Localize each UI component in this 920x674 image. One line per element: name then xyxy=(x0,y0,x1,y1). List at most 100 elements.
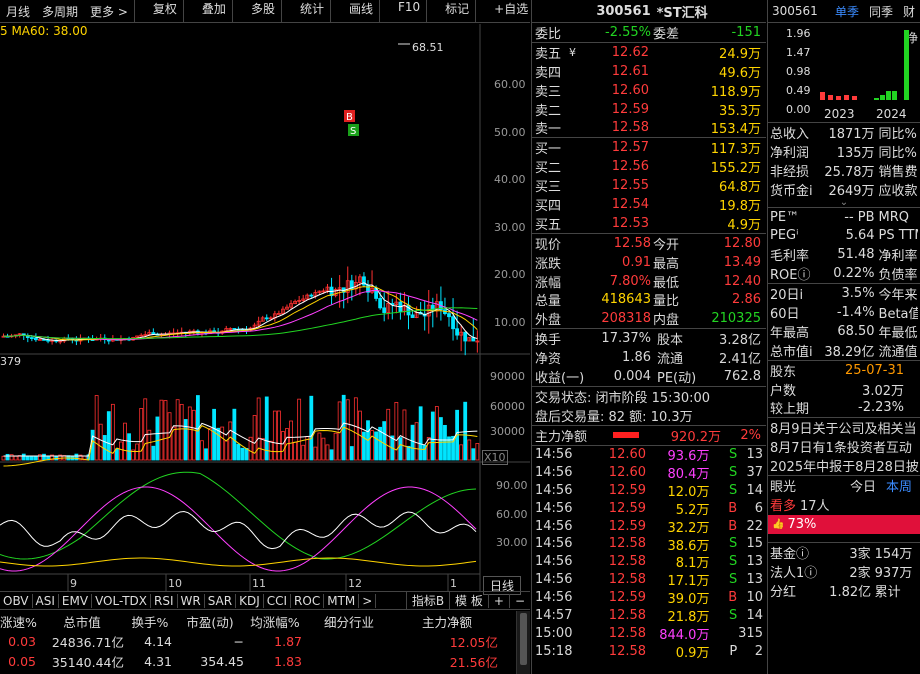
table-row[interactable]: 0.05 35140.44亿 4.31 354.45 1.83 21.56亿 xyxy=(0,651,516,671)
order-book-level[interactable]: 买四 12.54 19.8万 xyxy=(532,195,766,214)
quote-label: 现价 xyxy=(535,237,562,253)
toolbar-right-item[interactable]: +自选 xyxy=(488,0,534,23)
toolbar-right-item[interactable]: 画线 xyxy=(343,0,379,23)
indicator-tab[interactable]: VOL-TDX xyxy=(92,593,151,608)
stats-value: 0.004 xyxy=(613,368,651,384)
finance-tab[interactable]: 同季 xyxy=(864,3,898,20)
column-header[interactable]: 均涨幅% xyxy=(248,612,306,631)
indicator-tab[interactable]: MTM xyxy=(324,593,360,608)
stats-row: 换手 17.37% 股本 3.28亿 xyxy=(532,329,766,348)
indicator-tab[interactable]: OBV xyxy=(0,593,33,608)
indicator-tabs: OBV ASI EMV VOL-TDX RSI WR SAR KDJ CCI ROC MTM > 指标B… xyxy=(0,591,530,610)
level-volume: 35.3万 xyxy=(719,103,761,119)
level-label: 卖三 xyxy=(535,84,562,100)
finance-tab[interactable]: 财 xyxy=(898,3,920,20)
volume-bar xyxy=(398,437,403,461)
column-header[interactable]: 市盈(动) xyxy=(176,612,248,631)
volume-bar xyxy=(272,410,277,461)
expand-icon[interactable]: ⌄ xyxy=(768,197,920,207)
column-header[interactable]: 细分行业 xyxy=(306,612,396,631)
toolbar-right-item[interactable]: F10 xyxy=(392,0,426,23)
finance-tab[interactable]: 单季 xyxy=(830,3,864,20)
eye-today-tab[interactable]: 今日 xyxy=(850,476,886,495)
quote-value: 12.40 xyxy=(723,273,761,289)
indicator-tab[interactable]: RSI xyxy=(151,593,178,608)
table-scrollbar[interactable] xyxy=(516,611,530,674)
val-cell: 51.48 xyxy=(837,247,875,263)
volume-bar xyxy=(317,432,322,461)
column-header[interactable]: 涨速% xyxy=(0,612,40,631)
volume-bar xyxy=(471,448,476,461)
column-header[interactable]: 总市值 xyxy=(40,612,128,631)
table-cell: 1.83 xyxy=(274,653,302,669)
news-item[interactable]: 8月9日关于公司及相关当 xyxy=(768,418,920,437)
fin-cell: 总收入 xyxy=(770,126,810,142)
toolbar-left-item[interactable]: 更多 > xyxy=(84,3,134,20)
tick-side: B xyxy=(728,590,738,606)
indicator-tool[interactable]: 模 板 xyxy=(449,592,488,609)
tick-price: 12.59 xyxy=(608,518,647,534)
eye-week-tab[interactable]: 本周 xyxy=(886,476,912,495)
indicator-tool[interactable]: − xyxy=(508,593,530,608)
indicator-tab[interactable]: WR xyxy=(178,593,205,608)
tick-price: 12.58 xyxy=(608,643,647,659)
order-book-level[interactable]: 卖二 12.59 35.3万 xyxy=(532,100,766,119)
indicator-tab[interactable]: SAR xyxy=(205,593,237,608)
volume-bar xyxy=(200,440,204,461)
order-book-level[interactable]: 卖一 12.58 153.4万 xyxy=(532,118,766,137)
level-price: 12.58 xyxy=(611,120,649,136)
perf-row: 总市值i 38.29亿 流通值 xyxy=(768,341,920,360)
level-volume: 153.4万 xyxy=(710,122,761,138)
order-book-level[interactable]: 卖三 12.60 118.9万 xyxy=(532,81,766,100)
table-cell: 4.14 xyxy=(144,633,172,649)
stats-label: 流通 xyxy=(657,352,684,368)
indicator-tab[interactable]: ROC xyxy=(291,593,325,608)
order-book-level[interactable]: 买二 12.56 155.2万 xyxy=(532,157,766,176)
funds-row: 法人1ⓘ 2家 937万 xyxy=(768,562,920,581)
tick-amount: 39.0万 xyxy=(667,592,710,608)
quote-label: 外盘 xyxy=(535,313,562,329)
main-net-bar xyxy=(613,432,639,439)
perf-cell: 20日i xyxy=(770,288,804,304)
indicator-tab[interactable]: CCI xyxy=(264,593,292,608)
indicator-tab[interactable]: EMV xyxy=(59,593,93,608)
high-price-label: 68.51 xyxy=(412,41,444,54)
volume-bar xyxy=(25,456,30,461)
toolbar-left-item[interactable]: 多周期 xyxy=(36,3,84,20)
volume-bar xyxy=(394,401,399,461)
indicator-tool[interactable]: + xyxy=(487,593,509,608)
toolbar-right-item[interactable]: 多股 xyxy=(245,0,281,23)
order-book-level[interactable]: 买三 12.55 64.8万 xyxy=(532,176,766,195)
news-item[interactable]: 8月7日有1条投资者互动 xyxy=(768,437,920,456)
ma20-line xyxy=(3,290,478,341)
val-cell: 毛利率 xyxy=(770,249,810,265)
toolbar-right-item[interactable]: 叠加 xyxy=(196,0,232,23)
order-book-level[interactable]: 买一 12.57 117.3万 xyxy=(532,138,766,157)
table-row[interactable]: 0.03 24836.71亿 4.14 − 1.87 12.05亿 xyxy=(0,631,516,651)
tick-price: 12.60 xyxy=(608,447,647,463)
order-book-level[interactable]: 卖四 12.61 49.6万 xyxy=(532,62,766,81)
toolbar-right-item[interactable]: 复权 xyxy=(147,0,183,23)
candle-body xyxy=(232,328,237,330)
toolbar-left-item[interactable]: 月线 xyxy=(0,3,36,20)
column-header[interactable]: 主力净额 xyxy=(396,612,502,631)
funds-cell: 154万 xyxy=(874,546,913,562)
level-price: 12.60 xyxy=(611,82,649,98)
volume-bar xyxy=(187,406,192,461)
toolbar-right-item[interactable]: 标记 xyxy=(439,0,475,23)
indicator-tab[interactable]: KDJ xyxy=(236,593,264,608)
order-book-level[interactable]: 买五 12.53 4.9万 xyxy=(532,214,766,233)
indicator-tab[interactable]: > xyxy=(359,593,377,608)
indicator-tool[interactable]: 指标B xyxy=(405,592,449,609)
order-book-level[interactable]: 卖五 ¥12.62 24.9万 xyxy=(532,43,766,62)
toolbar-divider xyxy=(426,0,439,23)
indicator-tab[interactable]: ASI xyxy=(33,593,59,608)
fin-cell: 1871万 xyxy=(828,126,875,142)
toolbar-right-item[interactable]: 统计 xyxy=(294,0,330,23)
perf-cell: Beta值 xyxy=(878,306,918,322)
tick-side: B xyxy=(728,500,738,516)
kline-chart[interactable]: 60.00 50.00 40.00 30.00 20.00 10.00 90000 60000… xyxy=(0,24,530,674)
news-item[interactable]: 2025年中报于8月28日披 xyxy=(768,456,920,475)
volume-bar xyxy=(244,448,249,461)
column-header[interactable]: 换手% xyxy=(128,612,176,631)
